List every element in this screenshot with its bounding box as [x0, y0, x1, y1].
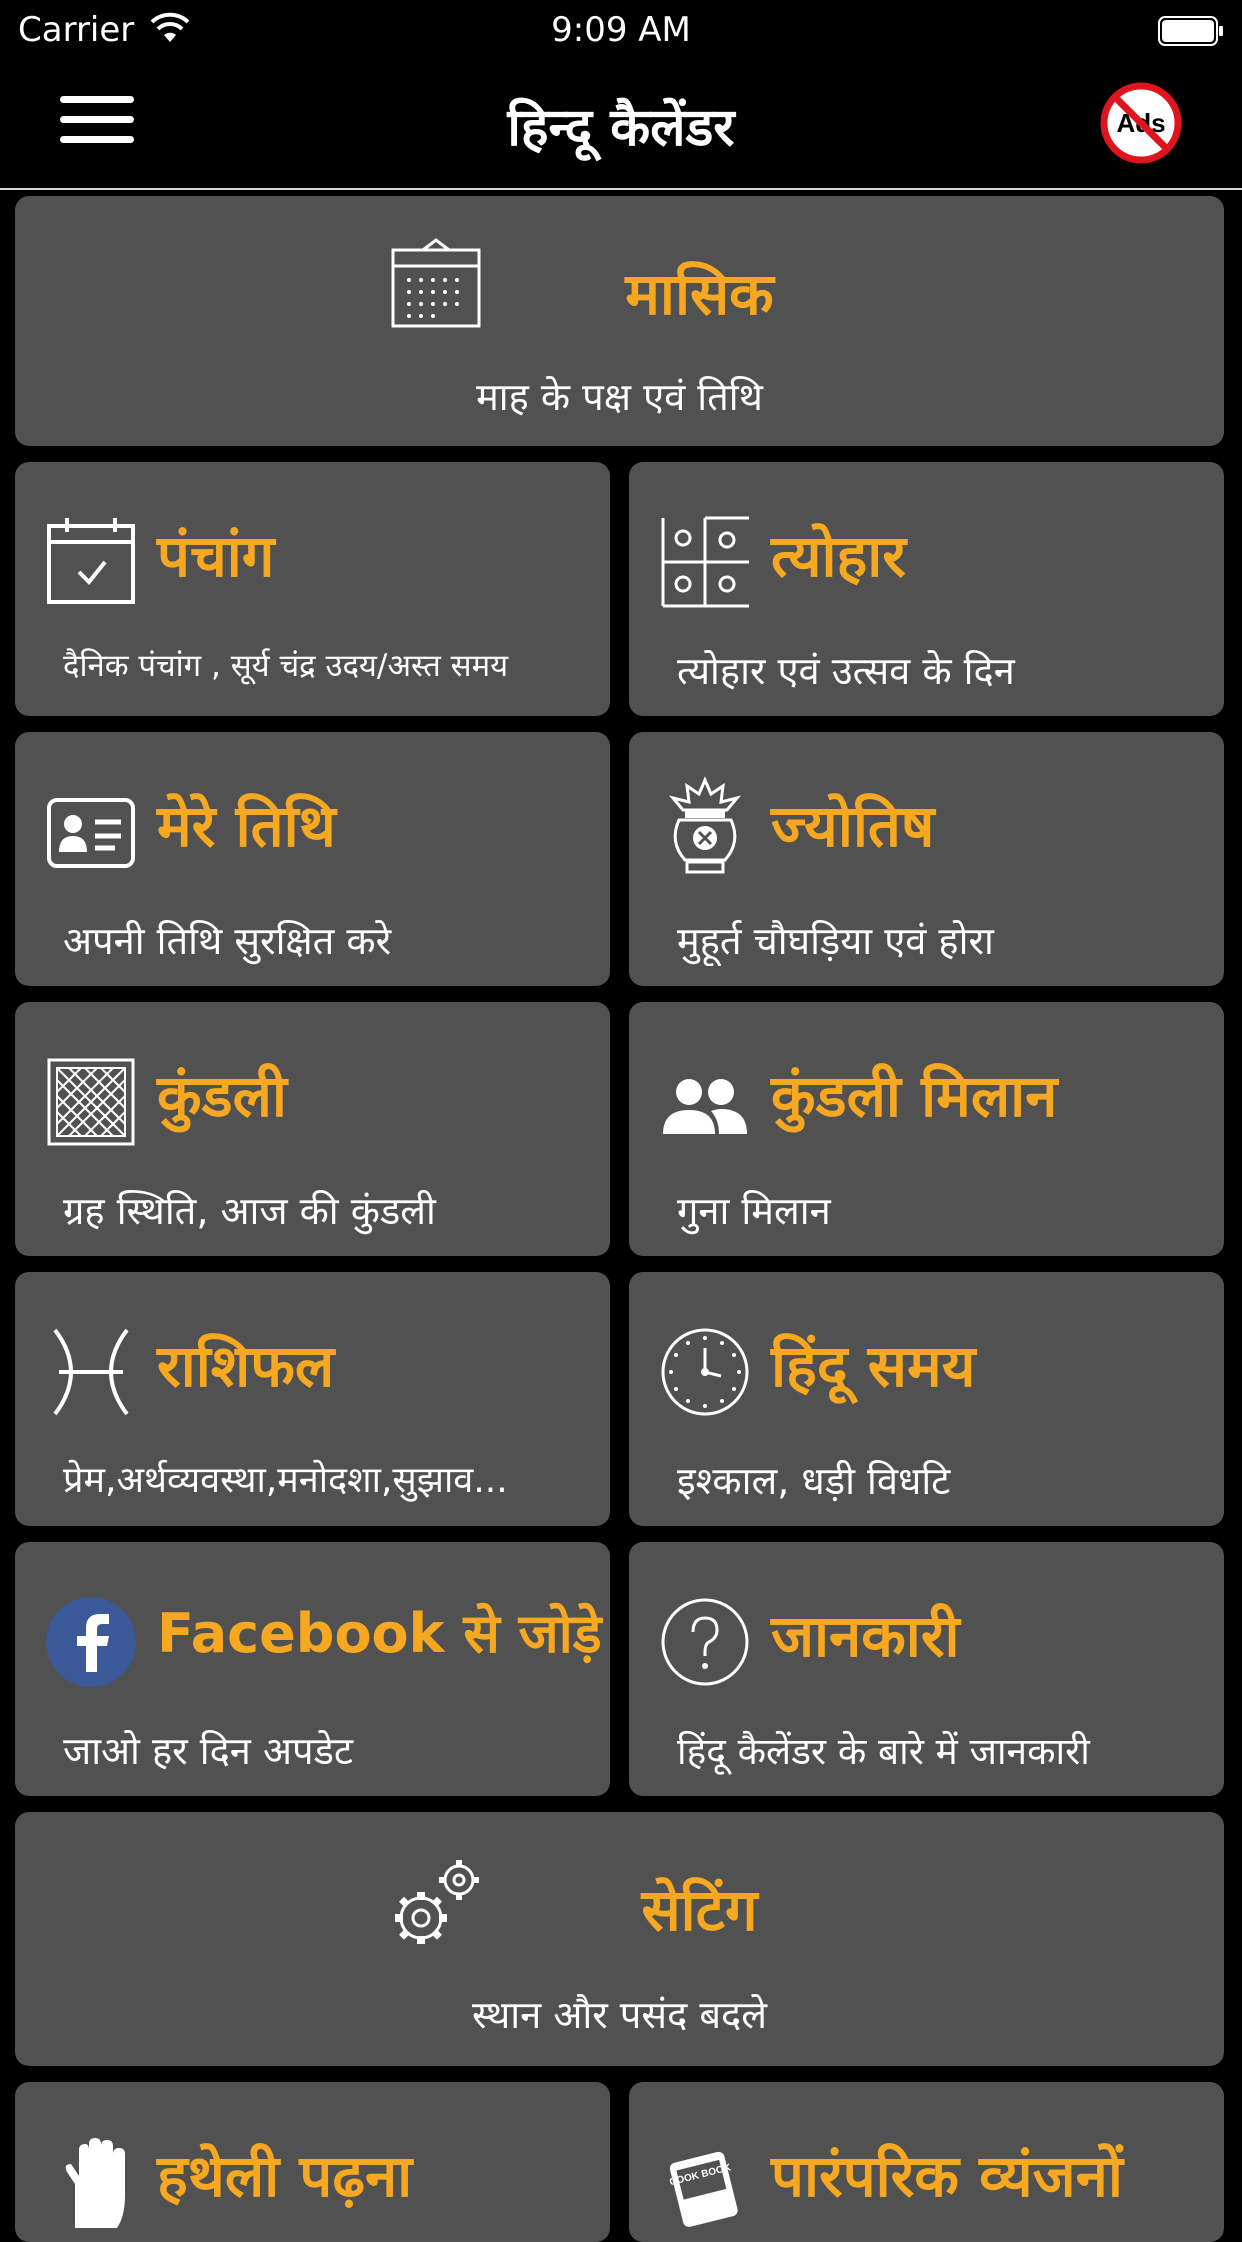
nav-bar: हिन्दू कैलेंडर Ads — [0, 62, 1242, 190]
id-card-icon — [47, 798, 135, 868]
tile-hindu-samay[interactable]: हिंदू समय इश्काल, धड़ी विधटि — [629, 1272, 1224, 1526]
festival-grid-icon — [661, 516, 749, 608]
tile-jankari-title: जानकारी — [771, 1602, 960, 1670]
tile-mere-tithi[interactable]: मेरे तिथि अपनी तिथि सुरक्षित करे — [15, 732, 610, 986]
tile-jankari-subtitle: हिंदू कैलेंडर के बारे में जानकारी — [677, 1730, 1090, 1773]
tile-mere-tithi-title: मेरे तिथि — [157, 792, 336, 860]
tile-tyohar-title: त्योहार — [771, 522, 907, 590]
tile-hindu-samay-title: हिंदू समय — [771, 1332, 976, 1400]
tile-setting-subtitle: स्थान और पसंद बदले — [472, 1993, 767, 2037]
tile-panchang-subtitle: दैनिक पंचांग , सूर्य चंद्र उदय/अस्त समय — [63, 648, 509, 684]
tile-vyanjan-title: पारंपरिक व्यंजनों — [771, 2142, 1123, 2210]
facebook-icon — [46, 1597, 136, 1687]
tile-hatheli[interactable]: हथेली पढ़ना — [15, 2082, 610, 2242]
palm-icon — [65, 2138, 125, 2228]
tile-tyohar-subtitle: त्योहार एवं उत्सव के दिन — [677, 649, 1015, 693]
tile-kundli-milan-subtitle: गुना मिलान — [677, 1189, 831, 1233]
clock-icon — [661, 1328, 749, 1416]
tile-kundli-title: कुंडली — [157, 1062, 287, 1130]
battery-icon — [1158, 16, 1223, 46]
pisces-icon — [53, 1328, 129, 1416]
tile-setting[interactable]: सेटिंग स्थान और पसंद बदले — [15, 1812, 1224, 2066]
tile-kundli-milan[interactable]: कुंडली मिलान गुना मिलान — [629, 1002, 1224, 1256]
tile-setting-title: सेटिंग — [641, 1876, 758, 1944]
tile-jankari[interactable]: जानकारी हिंदू कैलेंडर के बारे में जानकार… — [629, 1542, 1224, 1796]
tile-hatheli-title: हथेली पढ़ना — [157, 2142, 413, 2210]
tile-mere-tithi-subtitle: अपनी तिथि सुरक्षित करे — [63, 919, 392, 963]
tile-masik[interactable]: मासिक माह के पक्ष एवं तिथि — [15, 196, 1224, 446]
tile-masik-title: मासिक — [625, 260, 774, 328]
tile-jyotish-title: ज्योतिष — [771, 792, 935, 860]
status-bar: Carrier 9:09 AM — [0, 0, 1242, 62]
tile-kundli-subtitle: ग्रह स्थिति, आज की कुंडली — [63, 1189, 436, 1233]
tile-kundli-milan-title: कुंडली मिलान — [771, 1062, 1058, 1130]
kalash-icon — [668, 776, 742, 874]
users-icon — [663, 1079, 747, 1134]
tile-masik-subtitle: माह के पक्ष एवं तिथि — [476, 375, 763, 419]
tile-panchang-title: पंचांग — [157, 522, 275, 590]
tile-hindu-samay-subtitle: इश्काल, धड़ी विधटि — [677, 1459, 951, 1503]
calendar-check-icon — [47, 518, 135, 604]
tile-facebook[interactable]: Facebook से जोड़े जाओ हर दिन अपडेट — [15, 1542, 610, 1796]
page-title: हिन्दू कैलेंडर — [507, 98, 735, 158]
tile-kundli[interactable]: कुंडली ग्रह स्थिति, आज की कुंडली — [15, 1002, 610, 1256]
tile-rashifal[interactable]: राशिफल प्रेम,अर्थव्यवस्था,मनोदशा,सुझाव..… — [15, 1272, 610, 1526]
tile-jyotish[interactable]: ज्योतिष मुहूर्त चौघड़िया एवं होरा — [629, 732, 1224, 986]
status-time: 9:09 AM — [551, 10, 691, 50]
tile-rashifal-title: राशिफल — [157, 1332, 335, 1400]
tile-jyotish-subtitle: मुहूर्त चौघड़िया एवं होरा — [677, 919, 994, 963]
kundli-chart-icon — [47, 1058, 135, 1146]
no-ads-button[interactable]: Ads — [1098, 80, 1184, 166]
tile-facebook-subtitle: जाओ हर दिन अपडेट — [63, 1729, 354, 1773]
cookbook-icon: COOK BOOK — [668, 2151, 738, 2227]
question-icon — [661, 1598, 749, 1686]
tile-panchang[interactable]: पंचांग दैनिक पंचांग , सूर्य चंद्र उदय/अस… — [15, 462, 610, 716]
tile-vyanjan[interactable]: COOK BOOK पारंपरिक व्यंजनों — [629, 2082, 1224, 2242]
tile-rashifal-subtitle: प्रेम,अर्थव्यवस्था,मनोदशा,सुझाव... — [63, 1460, 508, 1501]
tile-facebook-title: Facebook से जोड़े — [157, 1602, 602, 1665]
tile-tyohar[interactable]: त्योहार त्योहार एवं उत्सव के दिन — [629, 462, 1224, 716]
